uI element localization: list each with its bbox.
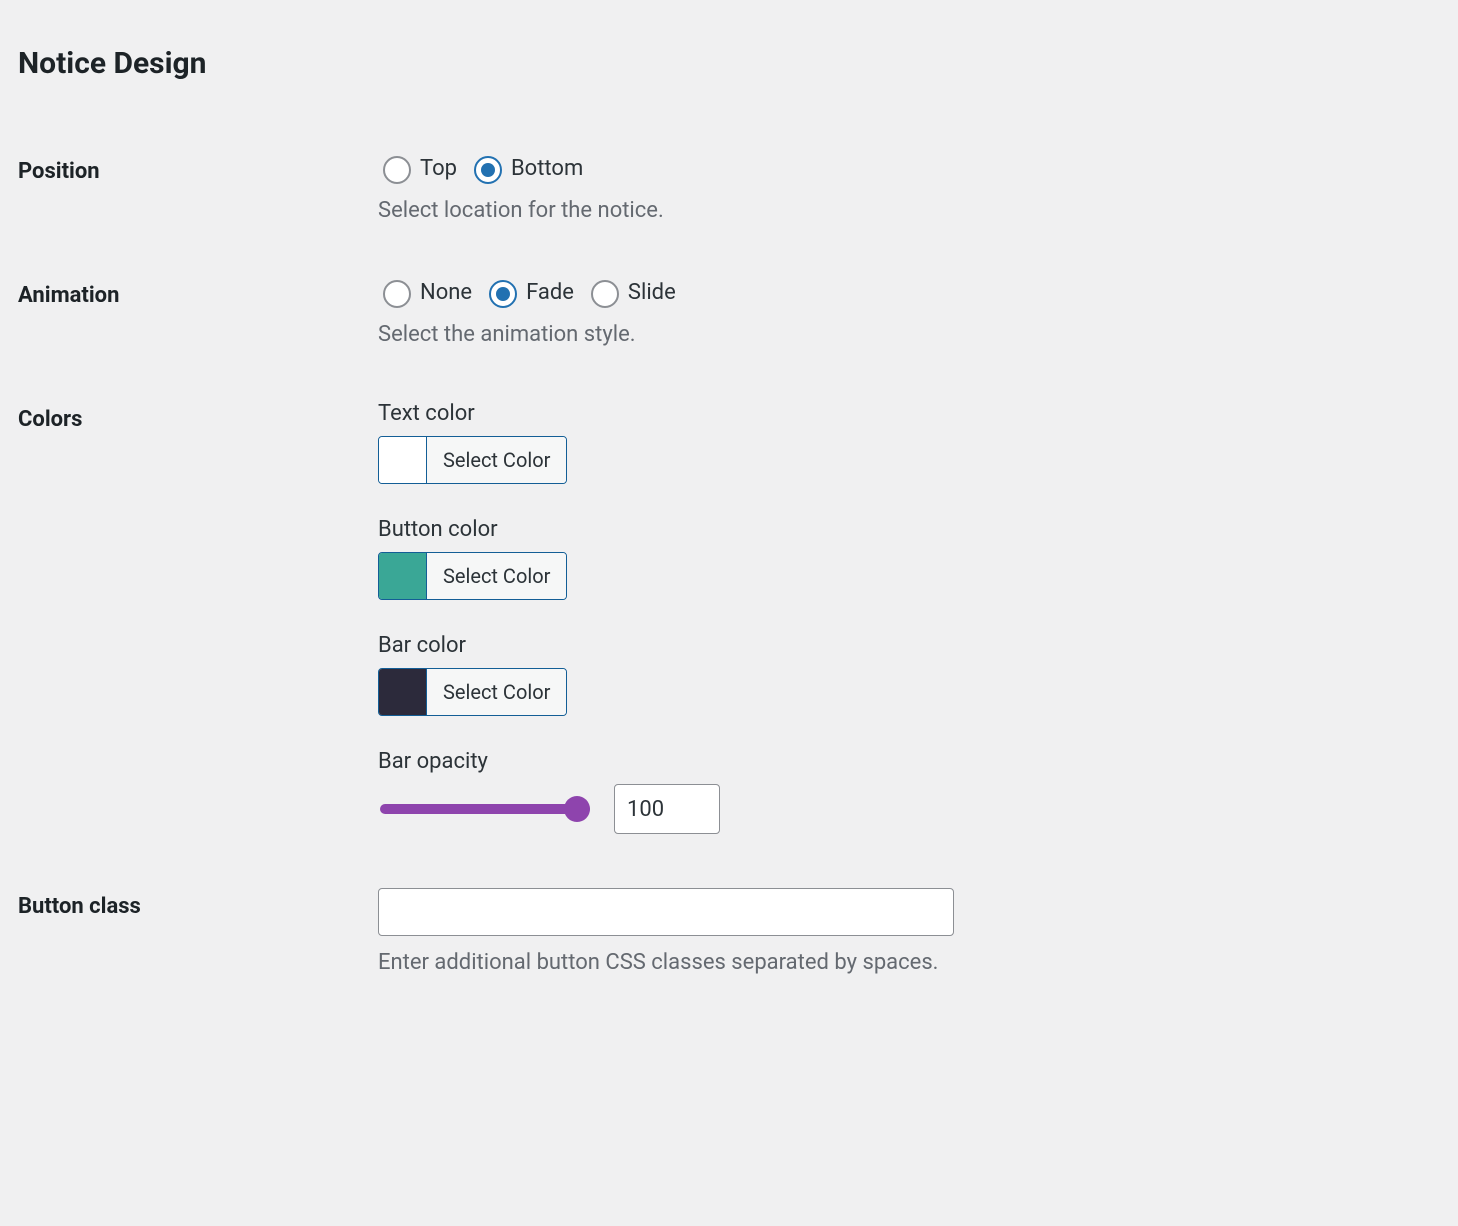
color-picker-text[interactable]: Select Color	[378, 436, 567, 484]
radio-animation-none[interactable]	[383, 280, 411, 308]
section-title: Notice Design	[18, 46, 1440, 81]
group-bar-opacity: Bar opacity	[378, 749, 1430, 834]
row-animation: Animation None Fade Slide Select the ani…	[18, 253, 1440, 377]
position-option-top[interactable]: Top	[378, 153, 457, 184]
label-bar-opacity: Bar opacity	[378, 749, 1430, 774]
help-button-class: Enter additional button CSS classes sepa…	[378, 950, 1430, 975]
radio-animation-fade[interactable]	[489, 280, 517, 308]
animation-option-fade[interactable]: Fade	[484, 277, 574, 308]
label-text-color: Text color	[378, 401, 1430, 426]
select-color-button[interactable]: Select Color	[427, 669, 566, 715]
help-position: Select location for the notice.	[378, 198, 1430, 223]
label-button-class: Button class	[18, 864, 378, 1005]
label-position: Position	[18, 129, 378, 253]
swatch-text-color	[379, 437, 427, 483]
radio-label: Top	[420, 156, 457, 181]
radio-animation-slide[interactable]	[591, 280, 619, 308]
position-option-bottom[interactable]: Bottom	[469, 153, 583, 184]
animation-radio-group: None Fade Slide	[378, 277, 1430, 308]
button-class-input[interactable]	[378, 888, 954, 936]
row-button-class: Button class Enter additional button CSS…	[18, 864, 1440, 1005]
group-text-color: Text color Select Color	[378, 401, 1430, 489]
label-bar-color: Bar color	[378, 633, 1430, 658]
animation-option-slide[interactable]: Slide	[586, 277, 676, 308]
swatch-bar-color	[379, 669, 427, 715]
radio-label: Fade	[526, 280, 574, 305]
radio-position-top[interactable]	[383, 156, 411, 184]
bar-opacity-input[interactable]	[614, 784, 720, 834]
swatch-button-color	[379, 553, 427, 599]
label-colors: Colors	[18, 377, 378, 864]
select-color-button[interactable]: Select Color	[427, 437, 566, 483]
label-animation: Animation	[18, 253, 378, 377]
help-animation: Select the animation style.	[378, 322, 1430, 347]
bar-opacity-slider[interactable]	[380, 804, 590, 814]
radio-label: Slide	[628, 280, 676, 305]
label-button-color: Button color	[378, 517, 1430, 542]
settings-table: Position Top Bottom Select location for …	[18, 129, 1440, 1005]
group-bar-color: Bar color Select Color	[378, 633, 1430, 721]
group-button-color: Button color Select Color	[378, 517, 1430, 605]
row-position: Position Top Bottom Select location for …	[18, 129, 1440, 253]
radio-label: None	[420, 280, 472, 305]
radio-label: Bottom	[511, 156, 583, 181]
position-radio-group: Top Bottom	[378, 153, 1430, 184]
color-picker-bar[interactable]: Select Color	[378, 668, 567, 716]
select-color-button[interactable]: Select Color	[427, 553, 566, 599]
animation-option-none[interactable]: None	[378, 277, 472, 308]
radio-position-bottom[interactable]	[474, 156, 502, 184]
row-colors: Colors Text color Select Color Button co…	[18, 377, 1440, 864]
color-picker-button[interactable]: Select Color	[378, 552, 567, 600]
